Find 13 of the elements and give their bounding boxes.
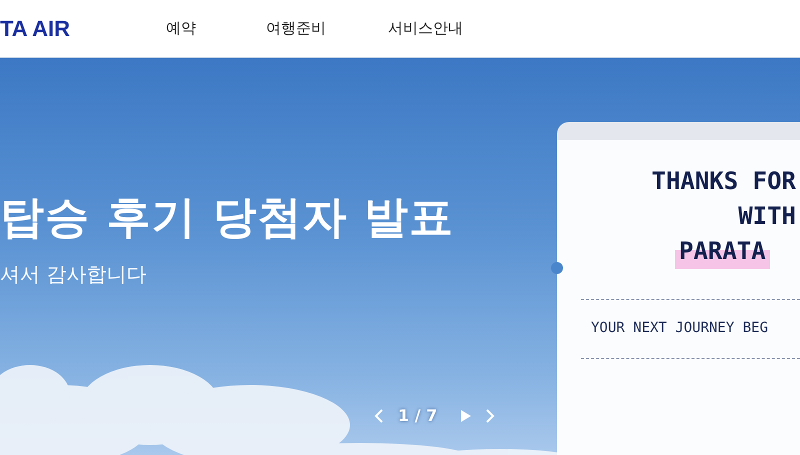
nav-link[interactable]: 여행준비: [266, 19, 326, 38]
nav-link[interactable]: 서비스안내: [388, 19, 463, 38]
hero-subtitle: 셔서 감사합니다: [0, 261, 148, 288]
hero-title: 탑승 후기 당첨자 발표: [0, 191, 455, 245]
card-headline: THANKS FOR: [652, 166, 796, 197]
slide-counter: 1 / 7: [398, 406, 438, 425]
chevron-left-icon[interactable]: [374, 408, 384, 422]
brand-logo[interactable]: TA AIR: [0, 16, 166, 42]
card-footer-text: YOUR NEXT JOURNEY BEG: [591, 320, 770, 336]
play-icon[interactable]: [461, 410, 472, 422]
chevron-right-icon[interactable]: [485, 408, 496, 422]
card-headline: WITH: [738, 201, 796, 232]
nav-link[interactable]: 예약: [166, 19, 196, 38]
